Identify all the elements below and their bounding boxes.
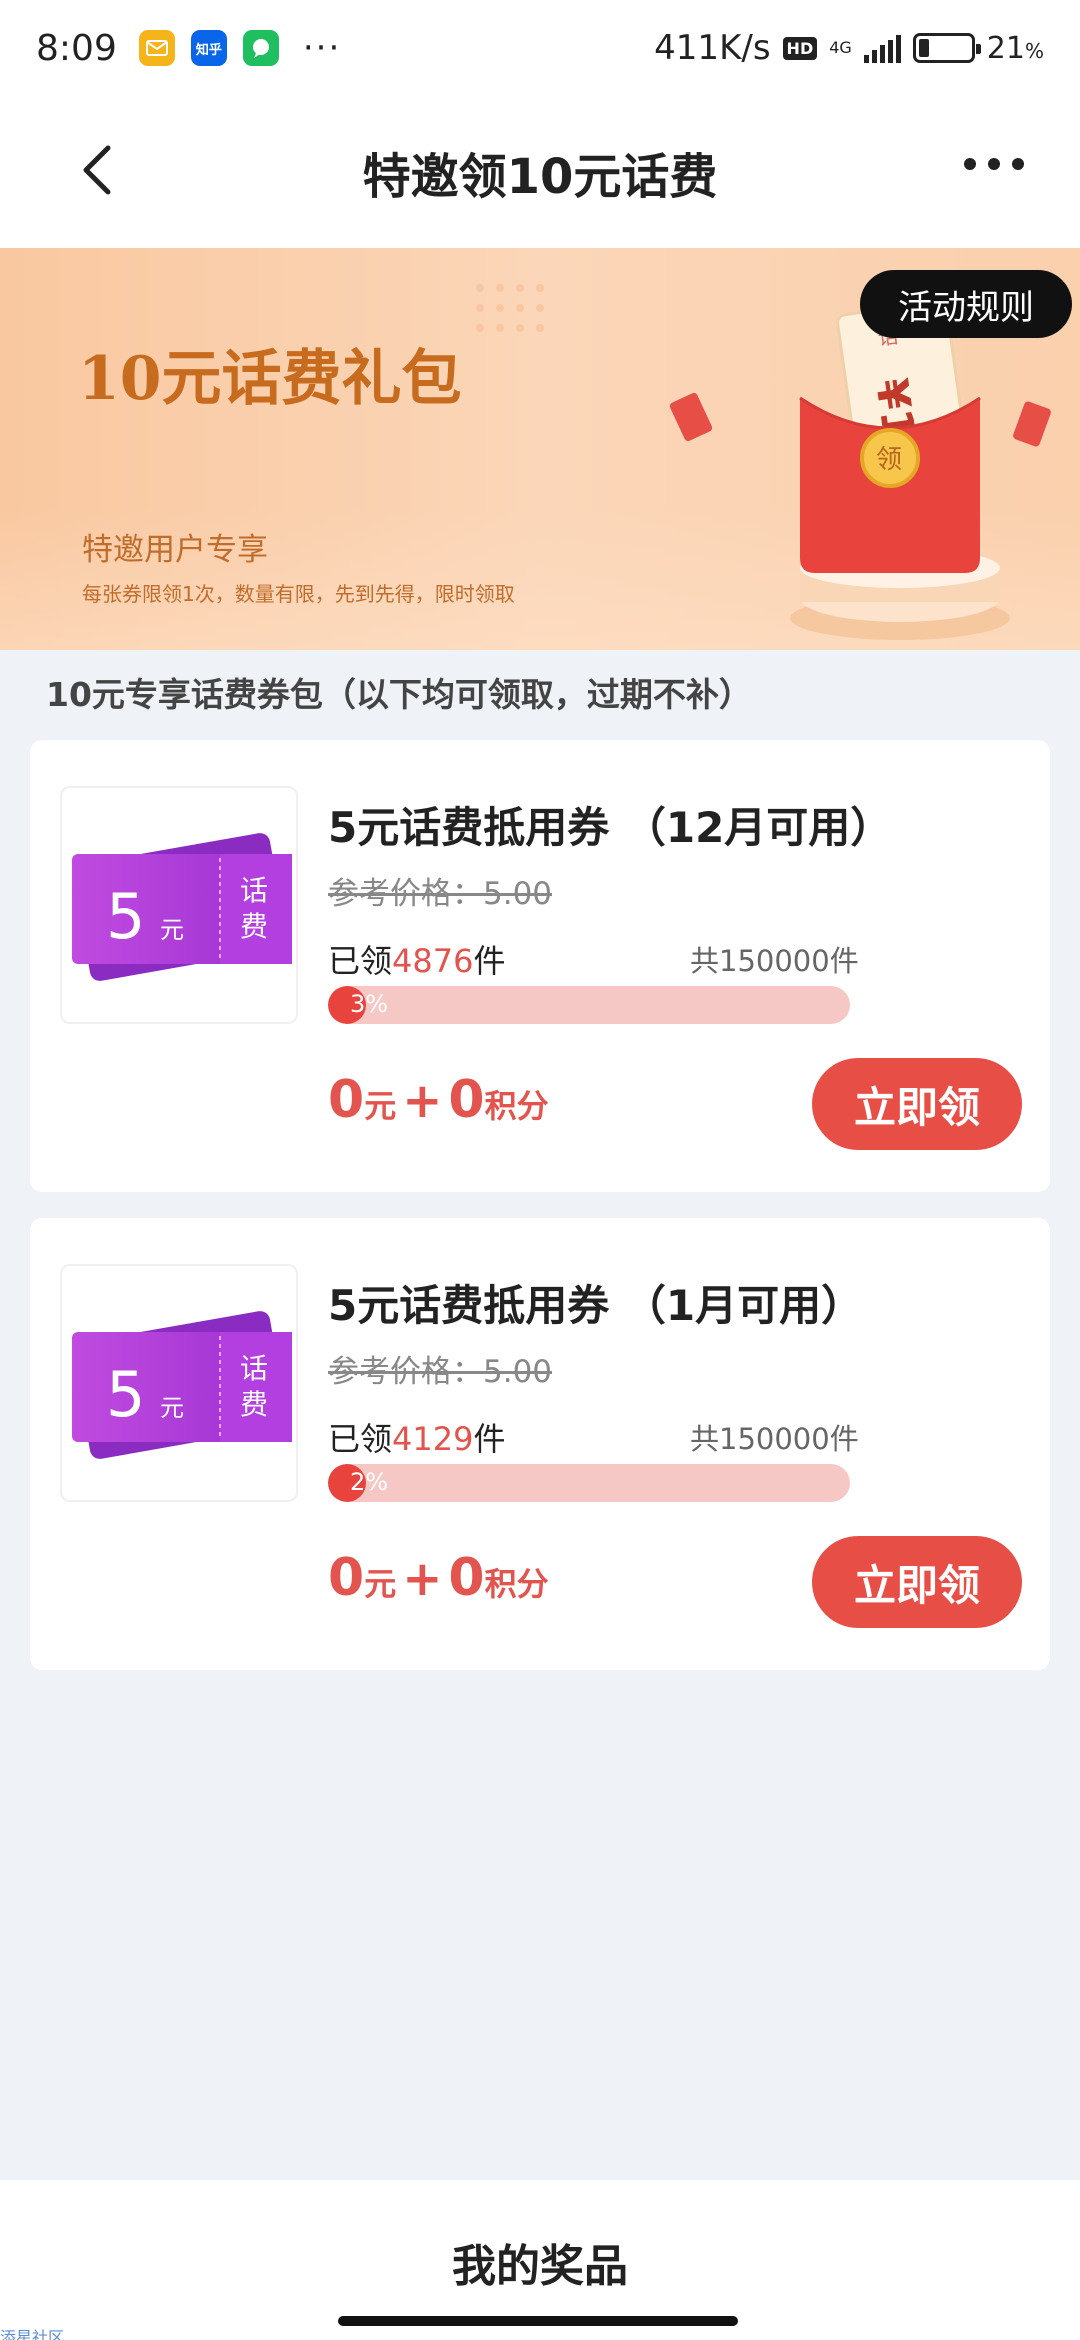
phone-credit-ticket-icon: 5 元 话 费: [72, 1311, 292, 1459]
redeem-price: 0 元 + 0 积分: [328, 1070, 549, 1130]
battery-level: 21: [986, 30, 1025, 66]
banner-note: 每张券限领1次，数量有限，先到先得，限时领取: [82, 582, 515, 606]
status-bar: 8:09 知乎 ··· 411K/s HD 4G 21%: [0, 0, 1080, 96]
claimed-suffix: 件: [473, 942, 506, 980]
back-button[interactable]: [70, 140, 130, 200]
price-yuan-unit: 元: [364, 1087, 397, 1125]
claim-now-button[interactable]: 立即领: [812, 1058, 1022, 1150]
price-yuan: 0: [328, 1548, 365, 1608]
price-yuan-unit: 元: [364, 1565, 397, 1603]
claimed-prefix: 已领: [328, 942, 393, 980]
phone-credit-ticket-icon: 5 元 话 费: [72, 833, 292, 981]
floating-envelope-icon: [669, 392, 713, 442]
activity-rules-button[interactable]: 活动规则: [860, 270, 1072, 338]
price-points: 0: [448, 1070, 485, 1130]
decor-dots: [476, 284, 544, 332]
total-stock: 共150000件: [690, 944, 859, 978]
more-dot-icon: [988, 158, 1000, 170]
hd-badge: HD: [782, 36, 818, 60]
claim-progress-label: 3%: [350, 990, 389, 1018]
coupon-card: 5 元 话 费 5元话费抵用券 （12月可用） 参考价格：5.00 已领4876…: [30, 740, 1050, 1192]
more-dot-icon: [964, 158, 976, 170]
mail-icon: [138, 30, 175, 66]
price-yuan: 0: [328, 1070, 365, 1130]
price-points-unit: 积分: [484, 1565, 549, 1603]
page-title: 特邀领10元话费: [362, 149, 718, 205]
home-indicator[interactable]: [338, 2316, 738, 2326]
banner-subtitle: 特邀用户专享: [82, 532, 268, 568]
price-plus: +: [402, 1073, 443, 1129]
network-type: 4G: [829, 38, 852, 57]
total-stock: 共150000件: [690, 1422, 859, 1456]
section-heading: 10元专享话费券包（以下均可领取，过期不补）: [46, 675, 752, 714]
more-dot-icon: [1012, 158, 1024, 170]
ticket-tag-2: 费: [240, 910, 268, 943]
claimed-prefix: 已领: [328, 1420, 393, 1458]
coupon-card: 5 元 话 费 5元话费抵用券 （1月可用） 参考价格：5.00 已领4129件…: [30, 1218, 1050, 1670]
watermark-text: 添星社区: [0, 2328, 65, 2340]
reference-price: 参考价格：5.00: [328, 1354, 553, 1390]
ticket-value: 5: [106, 1358, 145, 1431]
claimed-suffix: 件: [473, 1420, 506, 1458]
status-right: 411K/s HD 4G 21%: [654, 28, 1044, 68]
price-points-unit: 积分: [484, 1087, 549, 1125]
coupon-title: 5元话费抵用券 （12月可用）: [328, 803, 893, 852]
claimed-count-line: 已领4129件: [328, 1414, 505, 1460]
claim-progress-label: 2%: [350, 1468, 389, 1496]
coupon-thumbnail: 5 元 话 费: [60, 1264, 298, 1502]
nav-bar: 特邀领10元话费: [0, 96, 1080, 248]
price-points: 0: [448, 1548, 485, 1608]
claim-progress-bar: 2%: [328, 1464, 850, 1502]
ticket-tag-2: 费: [240, 1388, 268, 1421]
battery-icon: [912, 33, 981, 63]
bottom-bar: 我的奖品 添星社区: [0, 2180, 1080, 2340]
coupon-thumbnail: 5 元 话 费: [60, 786, 298, 1024]
floating-envelope-icon: [1013, 401, 1051, 447]
red-envelope-illustration: 话 ¥10 领: [790, 300, 1010, 640]
coupon-title: 5元话费抵用券 （1月可用）: [328, 1281, 864, 1330]
claim-progress-bar: 3%: [328, 986, 850, 1024]
claim-now-button[interactable]: 立即领: [812, 1536, 1022, 1628]
battery-unit: %: [1024, 38, 1044, 63]
battery-fill: [918, 39, 930, 57]
redeem-price: 0 元 + 0 积分: [328, 1548, 549, 1608]
ticket-tag-1: 话: [240, 874, 268, 907]
art-coin-text: 领: [876, 445, 902, 475]
status-overflow: ···: [302, 28, 342, 68]
net-speed: 411K/s: [654, 28, 771, 68]
claimed-count-line: 已领4876件: [328, 936, 505, 982]
chevron-left-icon: [83, 145, 111, 195]
status-left: 8:09 知乎 ···: [36, 28, 341, 69]
reference-price: 参考价格：5.00: [328, 876, 553, 912]
signal-icon: [863, 33, 901, 63]
ticket-tag-1: 话: [240, 1352, 268, 1385]
ticket-unit: 元: [160, 1394, 184, 1422]
chat-icon: [242, 30, 279, 66]
my-prizes-button[interactable]: 我的奖品: [0, 2230, 1080, 2294]
claimed-count: 4129: [392, 1420, 474, 1458]
price-plus: +: [402, 1551, 443, 1607]
zhihu-icon: 知乎: [190, 30, 227, 66]
more-menu-button[interactable]: [964, 158, 1024, 170]
promo-banner: 10元话费礼包 特邀用户专享 每张券限领1次，数量有限，先到先得，限时领取 话 …: [0, 248, 1080, 650]
claimed-count: 4876: [392, 942, 474, 980]
ticket-unit: 元: [160, 916, 184, 944]
ticket-value: 5: [106, 880, 145, 953]
battery-percent: 21%: [987, 31, 1044, 66]
banner-title: 10元话费礼包: [78, 344, 462, 414]
status-time: 8:09: [36, 27, 117, 69]
